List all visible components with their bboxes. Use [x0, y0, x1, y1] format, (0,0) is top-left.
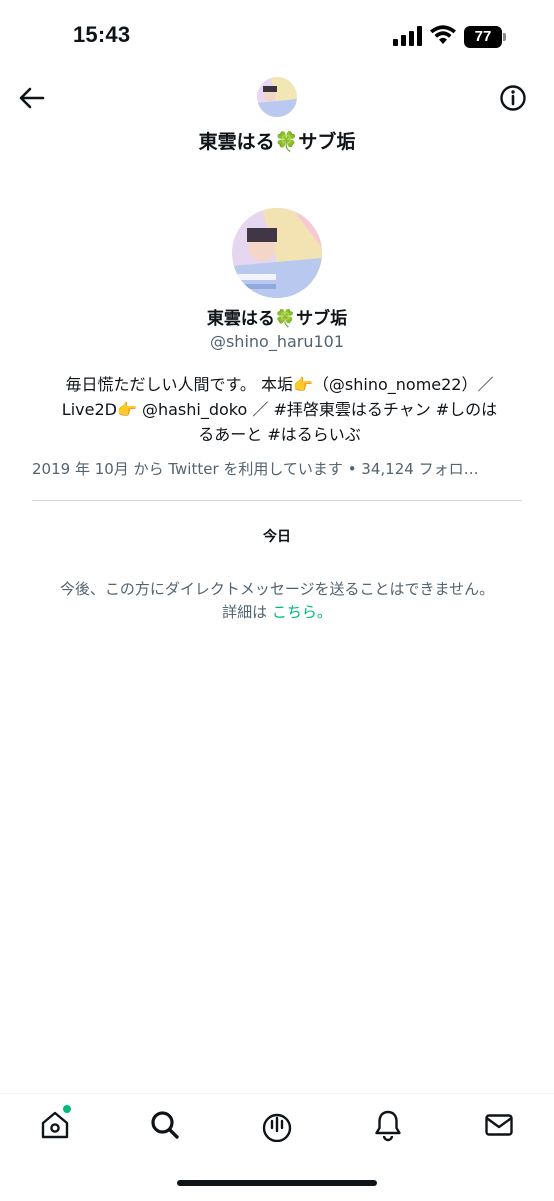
notifications-icon[interactable] — [371, 1108, 405, 1142]
profile-bio: 毎日慌ただしい人間です。 本垢👉（@shino_nome22）／ Live2D👉… — [32, 372, 527, 447]
battery-icon: 77 — [464, 26, 508, 48]
info-icon[interactable] — [497, 82, 529, 114]
battery-level: 77 — [474, 28, 492, 45]
date-separator: 今日 — [263, 529, 291, 545]
status-time: 15:43 — [73, 22, 131, 47]
notification-dot — [62, 1104, 72, 1114]
spaces-icon[interactable] — [260, 1108, 294, 1142]
profile-handle[interactable]: @shino_haru101 — [0, 332, 554, 351]
notice-text: 今後、この方にダイレクトメッセージを送ることはできません。 — [59, 580, 495, 598]
messages-icon[interactable] — [482, 1108, 516, 1142]
search-icon[interactable] — [148, 1108, 182, 1142]
profile-avatar[interactable] — [232, 208, 322, 298]
bio-line: るあーと #はるらいぶ — [198, 425, 361, 444]
bio-line: 毎日慌ただしい人間です。 本垢👉（@shino_nome22）／ — [65, 375, 494, 394]
header-avatar[interactable] — [257, 77, 297, 117]
profile-meta: 2019 年 10月 から Twitter を利用しています • 34,124 … — [32, 460, 479, 478]
wifi-icon — [430, 25, 456, 44]
bio-line: Live2D👉 @hashi_doko ／ #拝啓東雲はるチャン #しのは — [61, 400, 498, 419]
dm-restriction-notice: 今後、この方にダイレクトメッセージを送ることはできません。 詳細は こちら。 — [0, 578, 554, 624]
back-arrow-icon[interactable] — [16, 82, 48, 114]
notice-prefix: 詳細は — [222, 603, 272, 621]
divider — [32, 500, 522, 501]
learn-more-link[interactable]: こちら。 — [272, 603, 332, 621]
cellular-signal-icon — [393, 26, 422, 46]
header-title: 東雲はる🍀サブ垢 — [198, 131, 356, 153]
profile-display-name[interactable]: 東雲はる🍀サブ垢 — [0, 304, 554, 329]
home-indicator[interactable] — [177, 1180, 377, 1186]
